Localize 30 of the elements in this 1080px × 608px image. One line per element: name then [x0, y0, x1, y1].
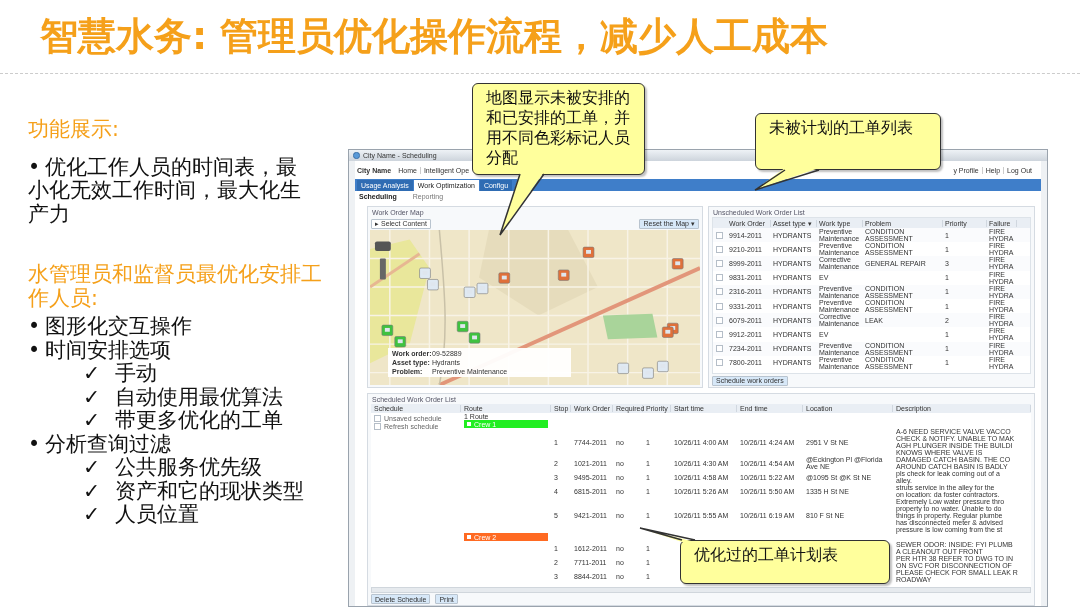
slide-title: 智慧水务: 管理员优化操作流程，减少人工成本	[0, 0, 1080, 74]
bullet-item: • 图形化交互操作	[28, 315, 194, 339]
row-checkbox[interactable]	[716, 316, 723, 324]
check-item: ✓ 人员位置	[82, 503, 199, 527]
globe-icon	[353, 152, 360, 159]
row-checkbox[interactable]	[716, 274, 723, 282]
row-checkbox[interactable]	[716, 330, 723, 338]
schedule-checkbox[interactable]	[374, 414, 381, 422]
schedule-checkbox[interactable]	[374, 422, 381, 430]
row-checkbox[interactable]	[716, 288, 723, 296]
callout: 优化过的工单计划表	[680, 540, 890, 584]
row-checkbox[interactable]	[716, 231, 723, 239]
row-checkbox[interactable]	[716, 259, 723, 267]
row-checkbox[interactable]	[716, 302, 723, 310]
bullet-item: • 分析查询过滤	[28, 432, 173, 456]
row-checkbox[interactable]	[716, 345, 723, 353]
check-item: ✓ 带更多优化的工单	[82, 409, 283, 433]
row-checkbox[interactable]	[716, 245, 723, 253]
check-item: ✓ 资产和它的现状类型	[82, 479, 304, 503]
check-item: ✓ 手动	[82, 362, 157, 386]
check-item: ✓ 自动使用最优算法	[82, 385, 283, 409]
check-item: ✓ 公共服务优先级	[82, 456, 262, 480]
callout-pointer	[638, 526, 698, 544]
bullet-item: • 时间安排选项	[28, 338, 173, 362]
section-heading: 功能展示:	[28, 118, 120, 142]
row-checkbox[interactable]	[716, 359, 723, 367]
callout: 地图显示未被安排的和已安排的工单，并用不同色彩标记人员分配	[472, 83, 645, 175]
section-heading: 水管理员和监督员最优化安排工作人员:	[28, 263, 323, 310]
bullet-item: • 优化工作人员的时间表，最小化无效工作时间，最大化生产力	[28, 155, 302, 226]
scrollbar[interactable]	[371, 587, 1031, 593]
